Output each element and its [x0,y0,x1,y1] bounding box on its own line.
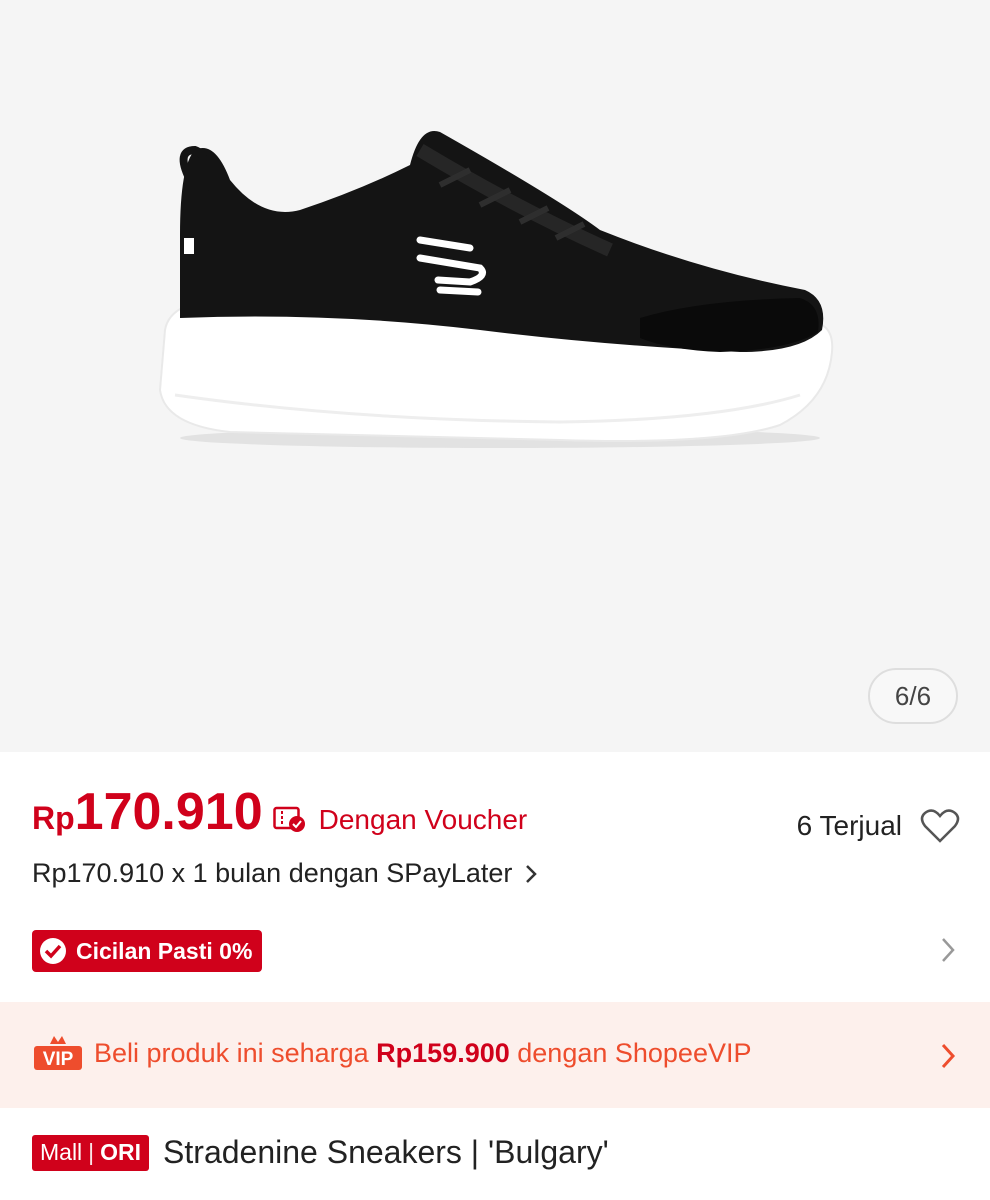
image-counter: 6/6 [868,668,958,724]
check-badge-icon [40,938,66,964]
paylater-text: Rp170.910 x 1 bulan dengan SPayLater [32,858,513,888]
vip-text: Beli produk ini seharga Rp159.900 dengan… [94,1038,751,1069]
product-title: Stradenine Sneakers | 'Bulgary' [163,1134,609,1170]
vip-badge-label: VIP [43,1049,74,1070]
voucher-icon [272,805,307,833]
sold-count: 6 Terjual [796,810,902,841]
badge-divider: | [88,1139,95,1165]
product-image-gallery[interactable]: 6/6 [0,0,990,752]
cicilan-label: Cicilan Pasti 0% [76,937,253,964]
vip-text-suffix: dengan ShopeeVIP [509,1038,752,1068]
vip-crown-icon: VIP [34,1036,82,1070]
product-title-row: Mall | ORI Stradenine Sneakers | 'Bulgar… [32,1134,609,1171]
heart-icon[interactable] [920,808,960,844]
voucher-label[interactable]: Dengan Voucher [319,804,528,836]
chevron-right-icon [526,864,538,883]
chevron-right-icon [941,1043,956,1069]
chevron-right-icon[interactable] [940,936,956,964]
price-row: Rp 170.910 Dengan Voucher [32,782,527,842]
price-amount: 170.910 [74,783,263,841]
cicilan-badge[interactable]: Cicilan Pasti 0% [32,930,263,972]
vip-price: Rp159.900 [376,1038,510,1068]
ori-label: ORI [100,1139,142,1165]
shopee-vip-banner[interactable]: VIP Beli produk ini seharga Rp159.900 de… [0,1002,990,1108]
mall-label: Mall [40,1139,83,1165]
mall-ori-badge: Mall | ORI [32,1134,150,1171]
sneaker-image [0,0,990,752]
paylater-row[interactable]: Rp170.910 x 1 bulan dengan SPayLater [32,858,538,889]
vip-text-prefix: Beli produk ini seharga [94,1038,377,1068]
price-currency: Rp [32,800,75,836]
price-section: Rp 170.910 Dengan Voucher 6 Terjual Rp17… [0,752,990,1002]
